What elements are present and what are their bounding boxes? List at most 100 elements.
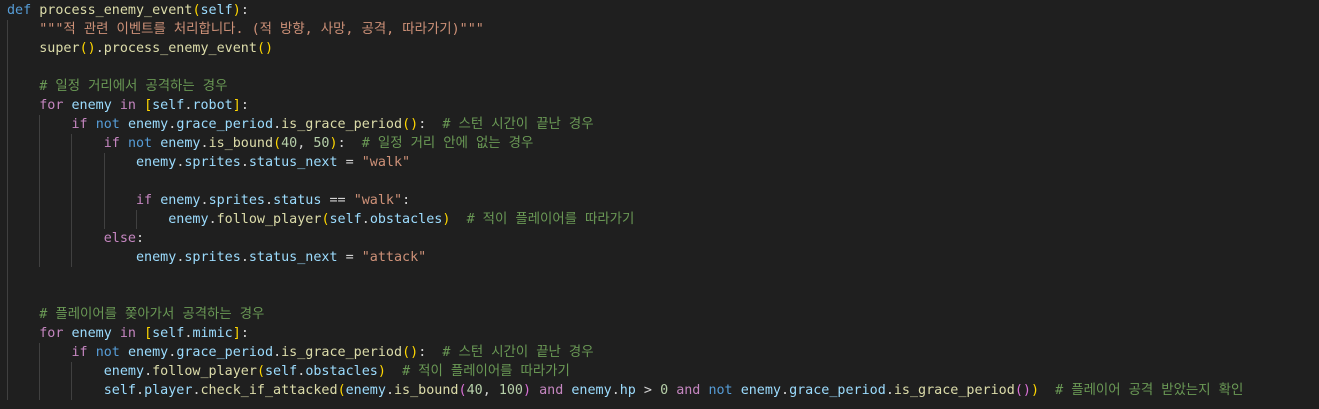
code-token: ) [377,364,386,379]
code-line[interactable]: if not enemy.grace_period.is_grace_perio… [7,343,594,362]
code-token: : [337,136,362,151]
code-token: 40 [281,136,298,151]
code-token: : [402,193,411,208]
code-token: status_next [248,250,338,265]
code-token: () [402,345,419,360]
code-token: if [71,345,88,360]
code-line[interactable]: if not enemy.is_bound(40, 50): # 일정 거리 안… [7,134,534,153]
code-token: # 적이 플레이어를 따라가기 [402,364,570,379]
code-token: grace_period [176,117,274,132]
code-token: grace_period [789,383,886,398]
code-token: : [136,231,145,246]
code-token: . [781,383,790,398]
code-token: 0 [660,383,669,398]
code-token: . [361,212,370,227]
code-token: obstacles [369,212,443,227]
code-token: . [136,383,145,398]
code-line[interactable]: """적 관련 이벤트를 처리합니다. (적 방향, 사망, 공격, 따라가기)… [7,20,484,39]
code-token: enemy [127,117,169,132]
code-line[interactable]: enemy.sprites.status_next = "walk" [7,153,410,172]
code-token: . [200,193,209,208]
code-token: "attack" [361,250,427,265]
code-token: : [418,117,443,132]
code-token: ( [337,383,346,398]
code-token: follow_player [152,364,257,379]
code-token: self [329,212,362,227]
code-token: == [329,193,346,208]
code-line[interactable]: enemy.sprites.status_next = "attack" [7,248,426,267]
code-token: enemy [168,212,209,227]
code-line[interactable]: for enemy in [self.robot]: [7,96,249,115]
code-token: "walk" [353,193,403,208]
code-line[interactable]: for enemy in [self.mimic]: [7,324,249,343]
code-token: in [119,98,136,113]
code-token: enemy [740,383,781,398]
code-token: # 일정 거리 안에 없는 경우 [361,136,534,151]
code-token: not [127,136,153,151]
code-token: status_next [248,155,338,170]
code-token: = [337,250,362,265]
code-token: grace_period [176,345,274,360]
code-token: . [192,383,201,398]
code-line[interactable]: # 일정 거리에서 공격하는 경우 [7,77,227,96]
code-line[interactable]: def process_enemy_event(self): [7,1,249,20]
code-token: , [297,136,314,151]
code-token: ( [458,383,467,398]
code-line[interactable]: enemy.follow_player(self.obstacles) # 적이… [7,362,570,381]
code-line[interactable]: enemy.follow_player(self.obstacles) # 적이… [7,210,634,229]
code-token: # 스턴 시간이 끝난 경우 [442,117,594,132]
code-token: process_enemy_event [103,41,257,56]
code-token: ( [256,364,265,379]
code-token: else [103,231,136,246]
code-line[interactable]: self.player.check_if_attacked(enemy.is_b… [7,381,1244,400]
code-token: ) [523,383,532,398]
code-token: "walk" [361,155,411,170]
code-token: . [385,383,394,398]
code-token: # 일정 거리에서 공격하는 경우 [39,79,228,94]
code-line[interactable]: super().process_enemy_event() [7,39,273,58]
code-token: = [337,155,362,170]
code-token: enemy [103,364,145,379]
code-token: : [240,98,249,113]
code-line[interactable]: else: [7,229,144,248]
code-line[interactable]: if enemy.sprites.status == "walk": [7,191,410,210]
code-token: > [635,383,661,398]
code-token: not [95,117,120,132]
code-token: if [136,193,153,208]
code-token: for [39,98,64,113]
code-token: and [676,383,701,398]
code-token: is_grace_period [893,383,1015,398]
code-token: super [39,41,80,56]
code-token: () [402,117,419,132]
code-token: [ [144,98,153,113]
code-token: sprites [184,250,241,265]
code-token: . [240,250,249,265]
code-line[interactable]: if not enemy.grace_period.is_grace_perio… [7,115,594,134]
code-token: and [539,383,564,398]
code-token: self [265,364,298,379]
code-token: for [39,326,64,341]
code-token: . [144,364,153,379]
code-token: enemy [71,98,112,113]
code-editor[interactable]: def process_enemy_event(self): """적 관련 이… [0,0,1319,409]
code-line[interactable]: # 플레이어를 쫒아가서 공격하는 경우 [7,305,264,324]
code-token: follow_player [216,212,322,227]
code-token: : [240,3,249,18]
code-token: self [103,383,136,398]
